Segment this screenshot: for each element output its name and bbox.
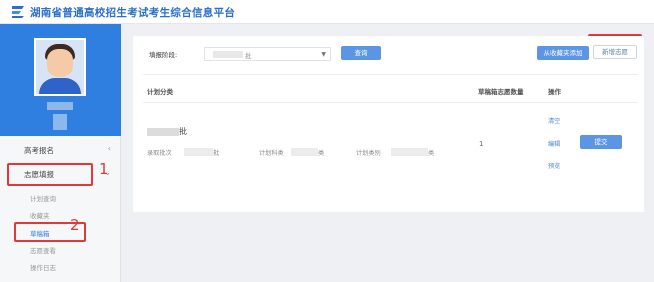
add-from-favorites-button[interactable]: 从收藏夹添加 bbox=[537, 46, 589, 60]
annotation-box-1 bbox=[7, 163, 93, 186]
sidebar-subitem-favorites[interactable]: 收藏夹 bbox=[30, 210, 50, 220]
query-button[interactable]: 查询 bbox=[341, 46, 381, 60]
row-divider bbox=[143, 102, 638, 103]
meta-value-redacted bbox=[391, 148, 428, 156]
sidebar: 高考报名 ‹ 志愿填报 ⌄ 计划查询 收藏夹 草稿箱 志愿查看 操作日志 bbox=[0, 24, 121, 282]
column-header-operation: 操作 bbox=[548, 88, 561, 96]
preview-link[interactable]: 预览 bbox=[548, 161, 560, 170]
person-icon bbox=[14, 146, 20, 154]
meta-suffix: 类 bbox=[318, 150, 325, 157]
main-card bbox=[133, 36, 644, 212]
logo-icon bbox=[12, 6, 24, 18]
chevron-left-icon: ‹ bbox=[107, 144, 111, 153]
draft-count: 1 bbox=[479, 140, 484, 148]
avatar bbox=[34, 38, 86, 96]
annotation-number-2: 2 bbox=[70, 216, 80, 234]
top-bar: 湖南省普通高校招生考试考生综合信息平台 bbox=[0, 0, 654, 24]
filter-label: 填报阶段: bbox=[149, 51, 178, 59]
caret-down-icon: ▼ bbox=[321, 51, 326, 58]
submit-button[interactable]: 提交 bbox=[580, 135, 622, 149]
sidebar-item-exam-registration[interactable]: 高考报名 ‹ bbox=[0, 140, 121, 160]
sidebar-subitem-operation-log[interactable]: 操作日志 bbox=[30, 262, 56, 272]
app-title: 湖南省普通高校招生考试考生综合信息平台 bbox=[30, 7, 236, 19]
meta-suffix: 批 bbox=[213, 150, 220, 157]
new-volunteer-button[interactable]: 新增志愿 bbox=[593, 45, 637, 59]
batch-select[interactable]: 批 ▼ bbox=[204, 47, 331, 61]
sidebar-subitem-plan-query[interactable]: 计划查询 bbox=[30, 193, 56, 203]
meta-label-plan-subject: 计划科类 bbox=[259, 150, 284, 157]
sidebar-item-label: 高考报名 bbox=[24, 146, 54, 155]
meta-value-redacted bbox=[184, 148, 213, 156]
meta-suffix: 类 bbox=[428, 150, 435, 157]
profile-panel bbox=[0, 24, 121, 136]
select-value: 批 bbox=[245, 52, 252, 60]
profile-name-redacted bbox=[47, 102, 73, 110]
header-divider bbox=[143, 74, 638, 75]
batch-name: 批 bbox=[179, 127, 187, 136]
sidebar-subitem-view-volunteers[interactable]: 志愿查看 bbox=[30, 245, 56, 255]
clear-link[interactable]: 清空 bbox=[548, 116, 560, 125]
edit-link[interactable]: 编辑 bbox=[548, 139, 560, 148]
annotation-number-1: 1 bbox=[99, 160, 109, 178]
meta-value-redacted bbox=[291, 148, 318, 156]
column-header-category: 计划分类 bbox=[147, 88, 173, 96]
profile-id-redacted bbox=[53, 114, 67, 130]
meta-label-plan-category: 计划类别 bbox=[356, 150, 381, 157]
batch-name-redacted bbox=[147, 128, 179, 136]
column-header-count: 草稿箱志愿数量 bbox=[478, 88, 524, 96]
meta-label-admission-batch: 录取批次 bbox=[147, 150, 172, 157]
select-value-redacted bbox=[213, 51, 243, 58]
